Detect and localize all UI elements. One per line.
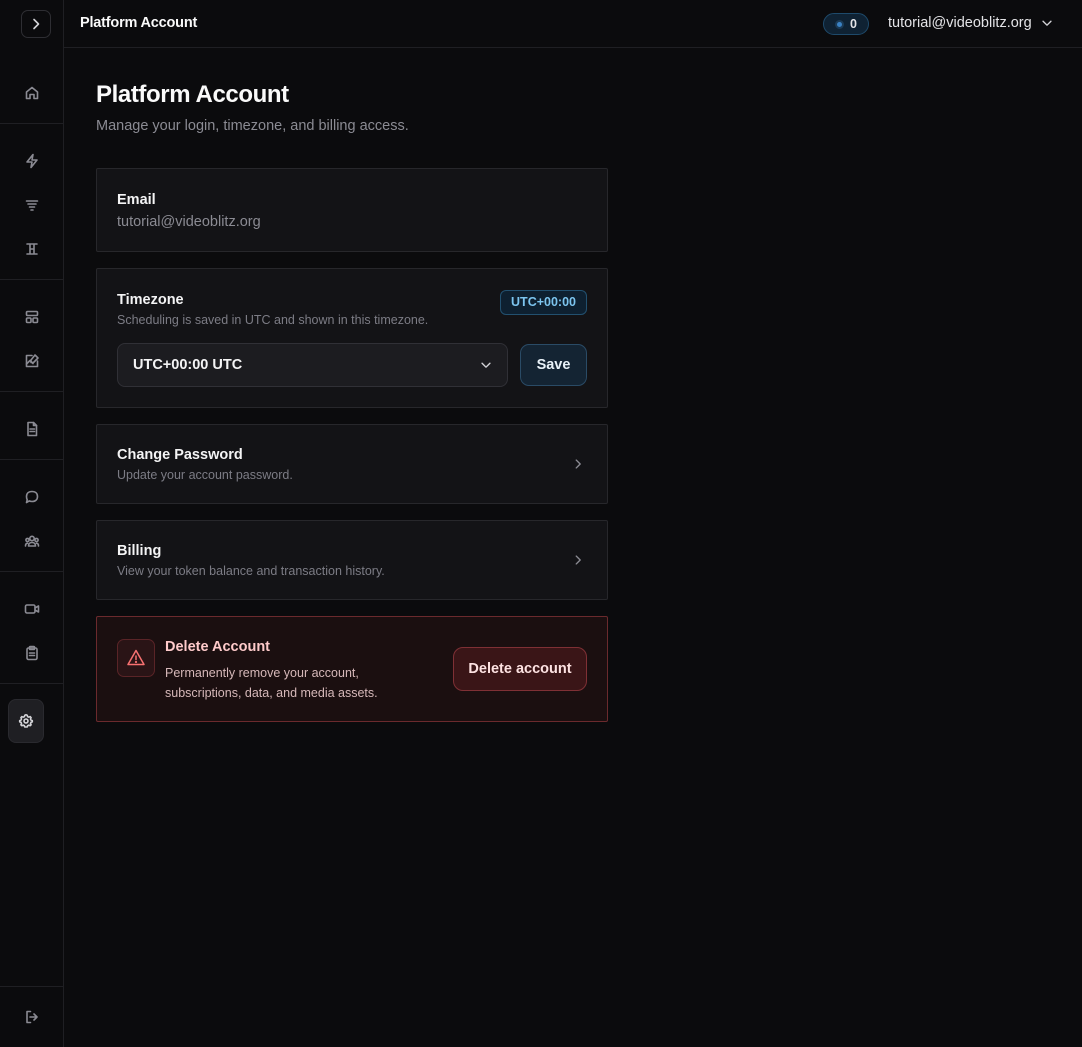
sidebar-item-tasks[interactable]: [20, 641, 44, 665]
chat-bubble-icon: [25, 490, 39, 504]
change-password-description: Update your account password.: [117, 468, 293, 482]
billing-title: Billing: [117, 543, 162, 559]
sidebar-divider: [0, 986, 63, 987]
timezone-select[interactable]: UTC+00:00 UTC: [117, 343, 508, 387]
sidebar-item-media[interactable]: [20, 349, 44, 373]
timezone-select-value: UTC+00:00 UTC: [133, 357, 243, 373]
top-bar: Platform Account 0 tutorial@videoblitz.o…: [64, 0, 1082, 48]
sidebar-item-messages[interactable]: [20, 485, 44, 509]
user-email: tutorial@videoblitz.org: [888, 15, 1032, 31]
token-coin-icon: [835, 19, 845, 29]
chevron-right-icon: [575, 459, 581, 469]
video-camera-icon: [24, 604, 40, 614]
sidebar-divider: [0, 459, 63, 460]
change-password-card[interactable]: Change Password Update your account pass…: [96, 424, 608, 504]
email-card-title: Email: [117, 192, 156, 208]
sidebar-item-queue[interactable]: [20, 193, 44, 217]
filter-lines-icon: [25, 200, 39, 211]
sidebar-expand-button[interactable]: [21, 10, 51, 38]
sidebar-divider: [0, 683, 63, 684]
sidebar-item-settings[interactable]: [8, 699, 44, 743]
sidebar-item-templates[interactable]: [20, 305, 44, 329]
logout-icon: [26, 1010, 38, 1024]
sidebar-item-text[interactable]: [20, 237, 44, 261]
document-icon: [27, 421, 38, 437]
delete-account-card: Delete Account Permanently remove your a…: [96, 616, 608, 722]
billing-description: View your token balance and transaction …: [117, 564, 385, 578]
sidebar-item-team[interactable]: [20, 529, 44, 553]
timezone-card-title: Timezone: [117, 292, 184, 308]
email-value: tutorial@videoblitz.org: [117, 214, 261, 230]
user-menu[interactable]: tutorial@videoblitz.org: [888, 15, 1054, 31]
settings-gear-icon: [18, 714, 34, 728]
home-icon: [25, 86, 39, 100]
warning-triangle-icon: [127, 649, 145, 666]
timezone-card-description: Scheduling is saved in UTC and shown in …: [117, 313, 429, 327]
email-card: Email tutorial@videoblitz.org: [96, 168, 608, 252]
delete-account-title: Delete Account: [165, 639, 271, 655]
image-edit-icon: [25, 354, 39, 368]
chevron-down-icon: [481, 362, 491, 368]
delete-account-description: Permanently remove your account, subscri…: [165, 666, 378, 700]
topbar-title: Platform Account: [80, 15, 198, 31]
sidebar-logout-button[interactable]: [20, 1005, 44, 1029]
sidebar-item-home[interactable]: [20, 81, 44, 105]
chevron-right-icon: [33, 18, 40, 30]
chevron-right-icon: [575, 555, 581, 565]
users-icon: [24, 535, 40, 547]
save-timezone-button[interactable]: Save: [520, 344, 587, 386]
warning-icon-box: [117, 639, 155, 677]
chevron-down-icon: [1042, 20, 1052, 26]
sidebar-item-videos[interactable]: [20, 597, 44, 621]
token-balance-badge[interactable]: 0: [823, 13, 869, 35]
change-password-title: Change Password: [117, 447, 243, 463]
timezone-badge: UTC+00:00: [500, 290, 587, 315]
delete-account-button[interactable]: Delete account: [453, 647, 587, 691]
sidebar: [0, 0, 64, 1047]
timezone-card: Timezone Scheduling is saved in UTC and …: [96, 268, 608, 408]
sidebar-item-documents[interactable]: [20, 417, 44, 441]
sidebar-divider: [0, 391, 63, 392]
sidebar-item-automations[interactable]: [20, 149, 44, 173]
sidebar-divider: [0, 123, 63, 124]
billing-card[interactable]: Billing View your token balance and tran…: [96, 520, 608, 600]
page-title: Platform Account: [96, 81, 289, 108]
token-count: 0: [850, 17, 857, 31]
page-subtitle: Manage your login, timezone, and billing…: [96, 118, 409, 134]
sidebar-divider: [0, 279, 63, 280]
layout-icon: [25, 310, 39, 324]
lightning-icon: [26, 153, 38, 169]
clipboard-icon: [26, 645, 38, 661]
text-height-icon: [26, 243, 38, 255]
sidebar-divider: [0, 571, 63, 572]
